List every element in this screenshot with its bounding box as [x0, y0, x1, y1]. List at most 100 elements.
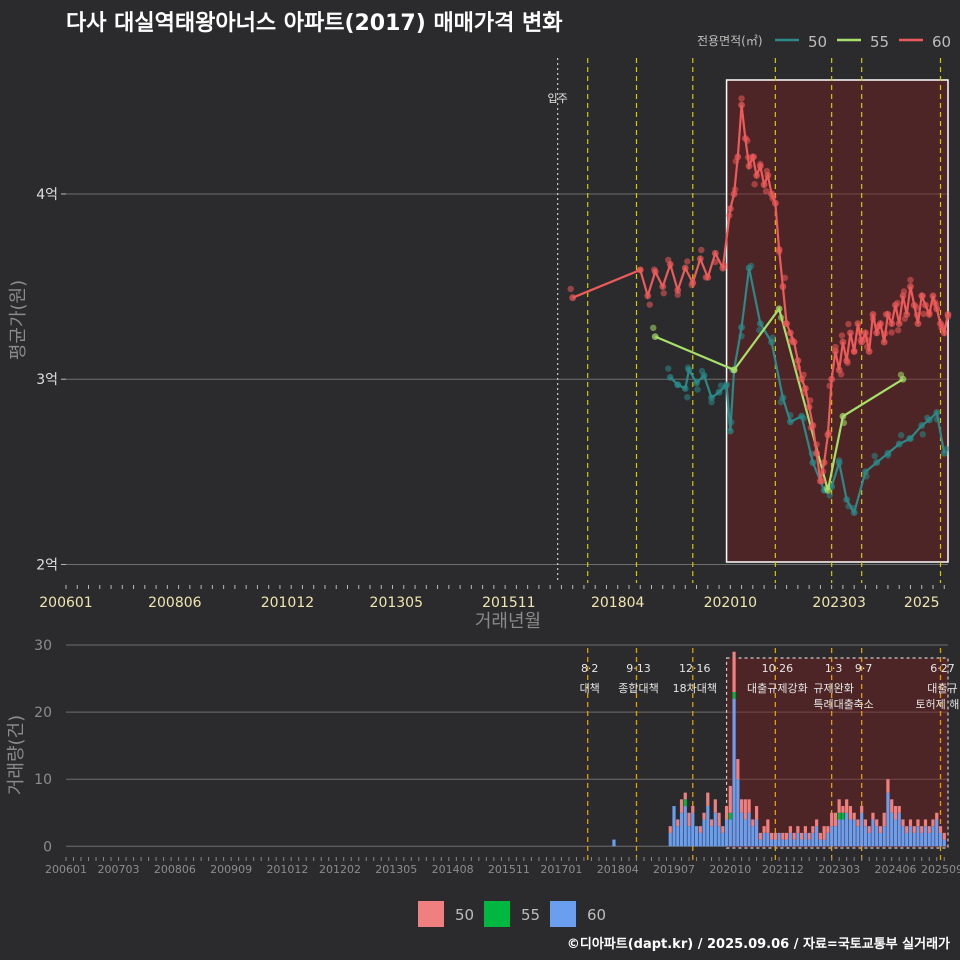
vol-x-tick-label: 202303	[818, 863, 860, 876]
series-point-50	[681, 385, 689, 392]
vol-bar-50	[860, 806, 864, 813]
vol-bar-55	[728, 812, 732, 820]
vol-bar-60	[796, 832, 800, 847]
scatter-point-50	[919, 431, 926, 438]
series-point-55	[839, 412, 847, 420]
vol-bar-60	[751, 826, 755, 847]
vol-bar-60	[815, 826, 819, 847]
vol-bar-50	[882, 812, 886, 827]
series-point-60	[847, 329, 854, 337]
scatter-point-60	[825, 429, 833, 436]
vol-bar-50	[878, 826, 883, 833]
vol-bar-50	[830, 812, 834, 827]
x-tick-label: 201305	[370, 595, 423, 611]
policy-label-2: 특례대출	[813, 698, 853, 711]
vol-bar-60	[800, 839, 804, 847]
vol-bar-50	[770, 832, 774, 840]
vol-y-axis-title: 거래량(건)	[6, 715, 27, 795]
vol-bar-60	[826, 832, 830, 847]
vol-legend-key-55	[484, 901, 510, 927]
vol-bar-50	[912, 826, 916, 833]
x-tick-label: 200601	[39, 595, 92, 611]
vol-bar-60	[931, 826, 935, 847]
series-point-60	[940, 329, 948, 337]
vol-bar-60	[837, 819, 841, 847]
vol-bar-60	[724, 819, 729, 847]
series-point-60	[681, 264, 689, 272]
vol-bar-50	[792, 832, 796, 840]
vol-bar-50	[845, 799, 849, 813]
vol-bar-60	[845, 812, 849, 847]
scatter-point-60	[920, 310, 927, 318]
vol-bar-60	[920, 832, 924, 847]
vol-bar-60	[897, 812, 901, 847]
vol-x-tick-label: 202112	[762, 863, 804, 876]
scatter-point-50	[722, 383, 729, 391]
vol-bar-50	[852, 812, 856, 820]
scatter-point-60	[712, 258, 719, 266]
vol-x-tick-label: 201804	[597, 863, 639, 876]
vol-bar-50	[796, 826, 800, 833]
scatter-point-50	[728, 419, 735, 426]
vol-bar-60	[777, 832, 781, 847]
scatter-point-60	[651, 266, 658, 273]
series-point-60	[771, 199, 779, 207]
vol-bar-50	[754, 806, 759, 820]
scatter-point-55	[897, 371, 905, 379]
legend-label-50: 50	[808, 33, 827, 51]
vol-bar-50	[762, 826, 766, 833]
scatter-point-60	[744, 137, 751, 144]
vol-bar-50	[683, 792, 687, 800]
scatter-point-60	[838, 332, 846, 339]
vol-bar-60	[687, 826, 691, 847]
series-point-60	[711, 249, 719, 257]
scatter-point-60	[837, 371, 845, 378]
vol-bar-50	[938, 826, 943, 833]
vol-bar-60	[770, 839, 774, 847]
series-point-60	[659, 283, 667, 290]
scatter-point-50	[871, 452, 878, 460]
scatter-point-60	[869, 315, 877, 322]
vol-bar-60	[668, 832, 672, 847]
vol-bar-50	[747, 799, 751, 813]
scatter-point-50	[943, 445, 950, 453]
scatter-point-60	[788, 336, 796, 344]
series-point-50	[666, 373, 674, 381]
scatter-point-50	[777, 398, 785, 406]
scatter-point-60	[844, 359, 851, 367]
scatter-point-60	[863, 336, 870, 343]
movein-label: 입주	[548, 92, 568, 105]
y-tick-label: 3억	[36, 372, 58, 388]
series-point-60	[907, 283, 914, 290]
vol-x-tick-label: 200703	[98, 863, 140, 876]
vol-bar-50	[698, 826, 702, 833]
vol-bar-50	[897, 806, 901, 813]
scatter-point-60	[819, 468, 827, 475]
vol-bar-50	[781, 832, 785, 840]
legend-title: 전용면적(㎡)	[697, 34, 763, 48]
vol-bar-60	[878, 832, 883, 847]
vol-bar-60	[706, 806, 710, 847]
vol-bar-50	[739, 799, 744, 813]
vol-y-tick-label: 10	[34, 772, 52, 788]
vol-bar-50	[856, 819, 860, 827]
vol-bar-50	[709, 819, 714, 827]
vol-bar-50	[826, 826, 830, 833]
series-point-55	[775, 305, 783, 313]
policy-label: 규제완화	[813, 682, 853, 695]
vol-bar-50	[931, 819, 935, 827]
series-point-60	[813, 449, 821, 457]
vol-bar-60	[938, 832, 943, 847]
x-tick-label: 201012	[261, 595, 314, 611]
vol-bar-60	[852, 819, 856, 847]
x-axis-title: 거래년월	[475, 611, 541, 632]
scatter-point-60	[775, 248, 783, 255]
vol-bar-60	[871, 819, 875, 847]
policy-label: 대출규	[927, 682, 957, 695]
vol-y-tick-label: 30	[34, 638, 52, 654]
scatter-point-50	[924, 414, 931, 421]
series-point-60	[805, 403, 813, 411]
vol-bar-60	[612, 839, 616, 847]
vol-bar-50	[766, 819, 770, 833]
vol-bar-60	[875, 826, 879, 847]
